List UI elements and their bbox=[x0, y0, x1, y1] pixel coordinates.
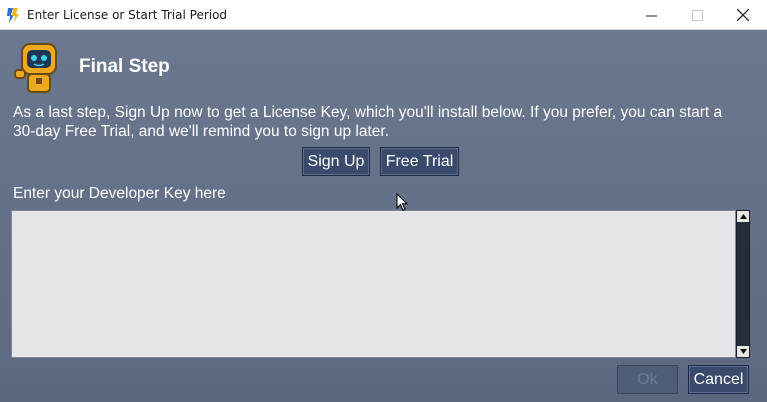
ok-button: Ok bbox=[617, 365, 678, 394]
scroll-track[interactable] bbox=[737, 222, 749, 346]
maximize-icon bbox=[691, 9, 703, 21]
scroll-down-icon bbox=[739, 349, 747, 354]
developer-key-field[interactable] bbox=[11, 210, 736, 358]
scroll-up-icon bbox=[739, 214, 747, 219]
close-button[interactable] bbox=[720, 0, 766, 30]
developer-key-label: Enter your Developer Key here bbox=[13, 185, 226, 202]
maximize-button bbox=[674, 0, 720, 30]
page-title: Final Step bbox=[79, 56, 170, 77]
key-field-scrollbar[interactable] bbox=[736, 210, 750, 358]
minimize-icon bbox=[645, 15, 657, 16]
scroll-up-button[interactable] bbox=[737, 211, 749, 222]
window-title: Enter License or Start Trial Period bbox=[27, 8, 228, 22]
close-icon bbox=[737, 9, 749, 21]
scroll-down-button[interactable] bbox=[737, 346, 749, 357]
minimize-button[interactable] bbox=[628, 0, 674, 30]
robot-mascot-icon bbox=[14, 43, 57, 93]
cancel-button[interactable]: Cancel bbox=[688, 365, 749, 394]
title-bar: Enter License or Start Trial Period bbox=[0, 0, 767, 30]
free-trial-button[interactable]: Free Trial bbox=[380, 147, 459, 176]
mouse-cursor-icon bbox=[396, 193, 408, 212]
sign-up-button[interactable]: Sign Up bbox=[302, 147, 370, 176]
instructions-text: As a last step, Sign Up now to get a Lic… bbox=[13, 104, 723, 140]
app-logo-icon bbox=[7, 8, 19, 23]
